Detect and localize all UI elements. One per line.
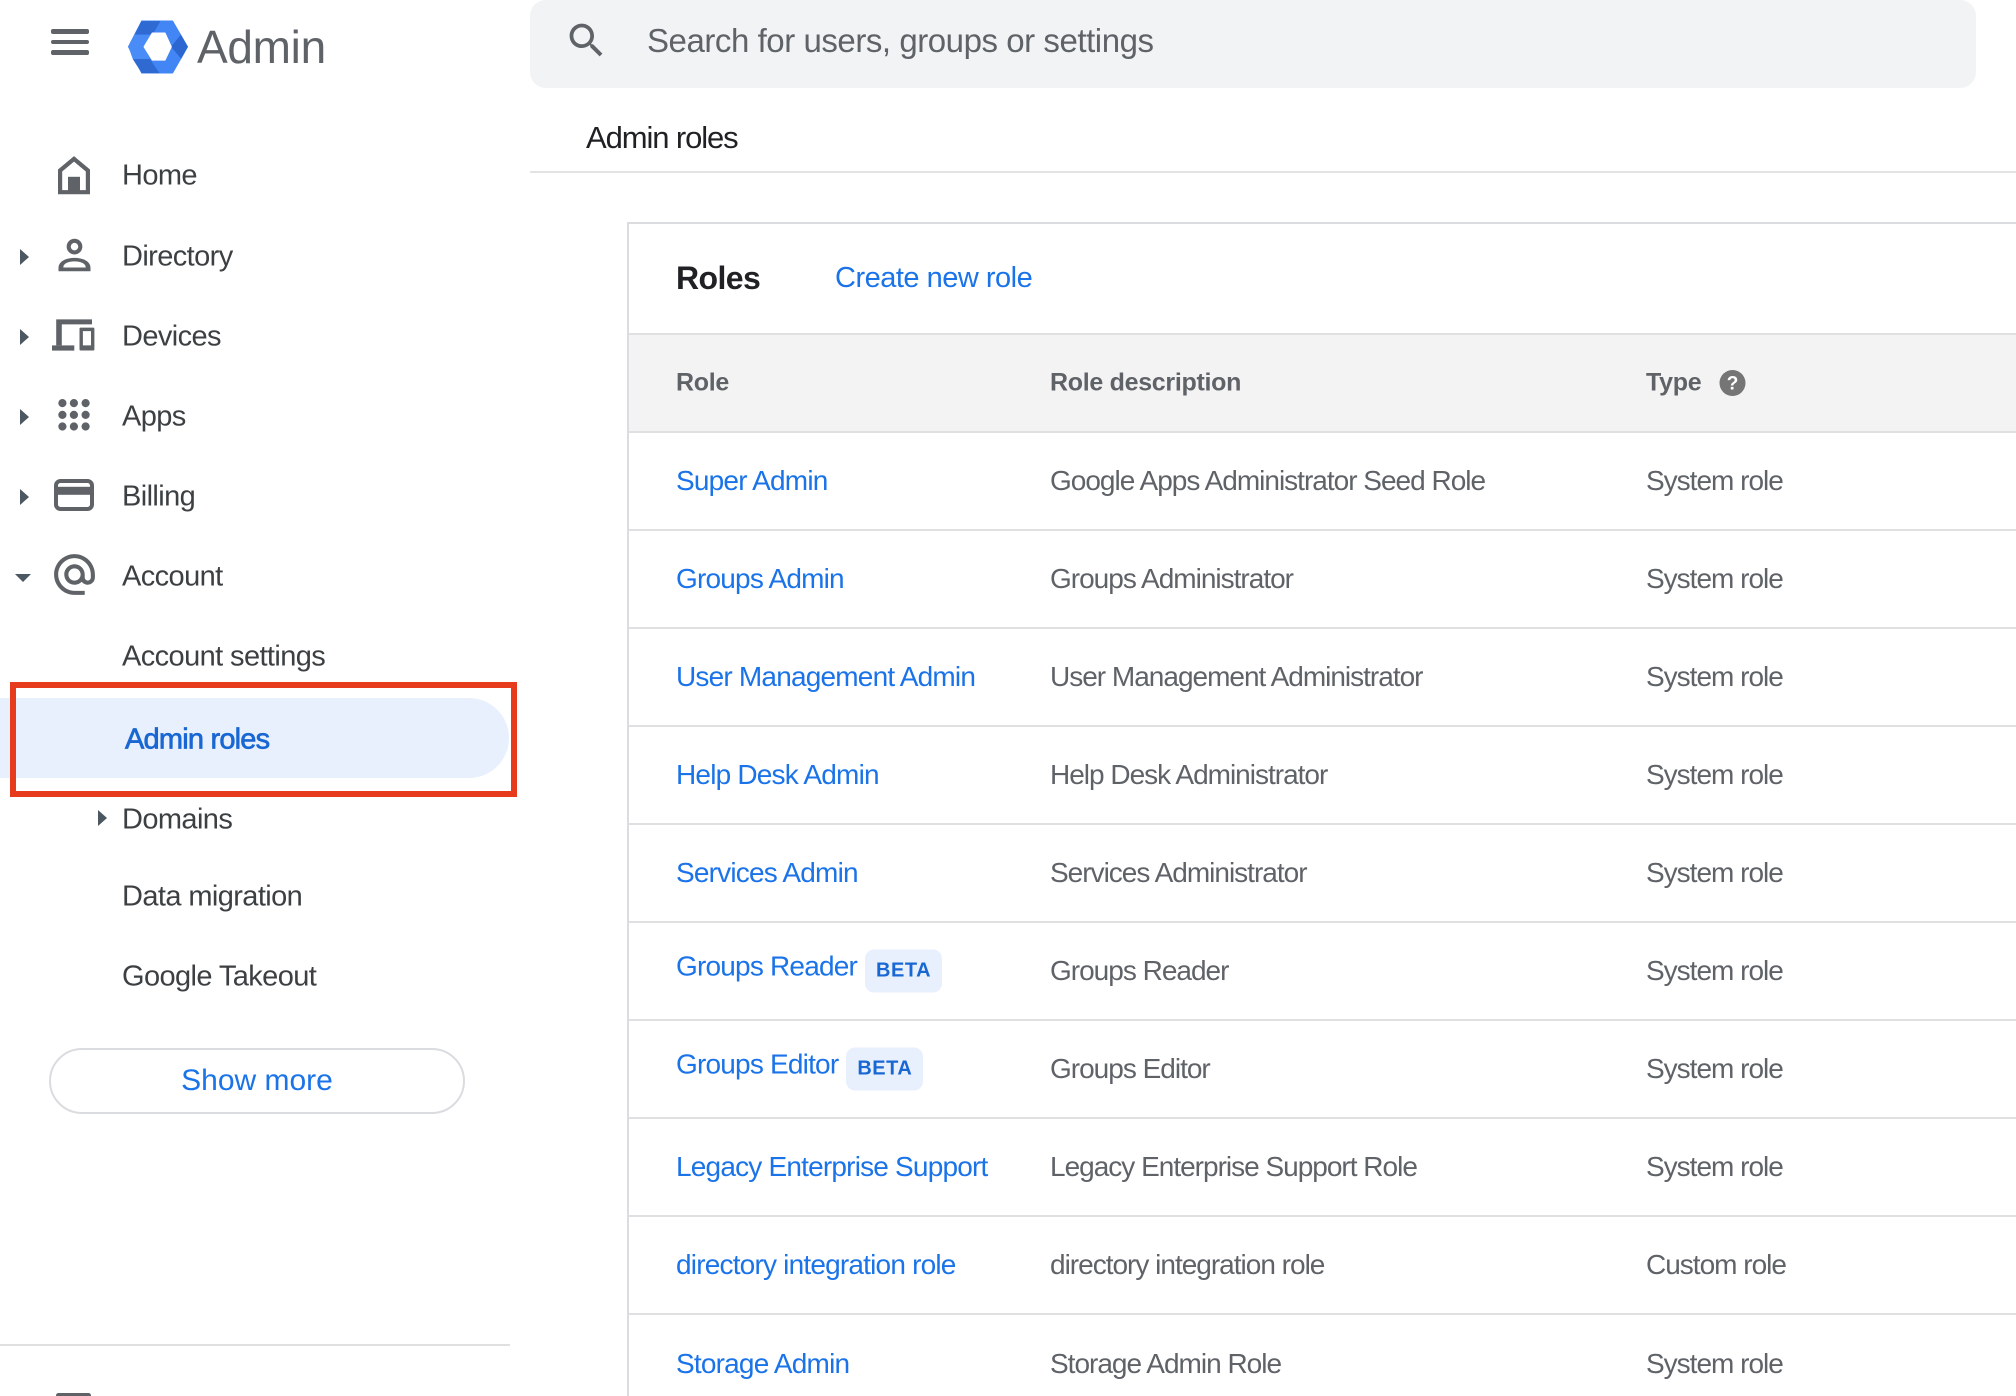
svg-text:?: ?: [1727, 374, 1739, 395]
